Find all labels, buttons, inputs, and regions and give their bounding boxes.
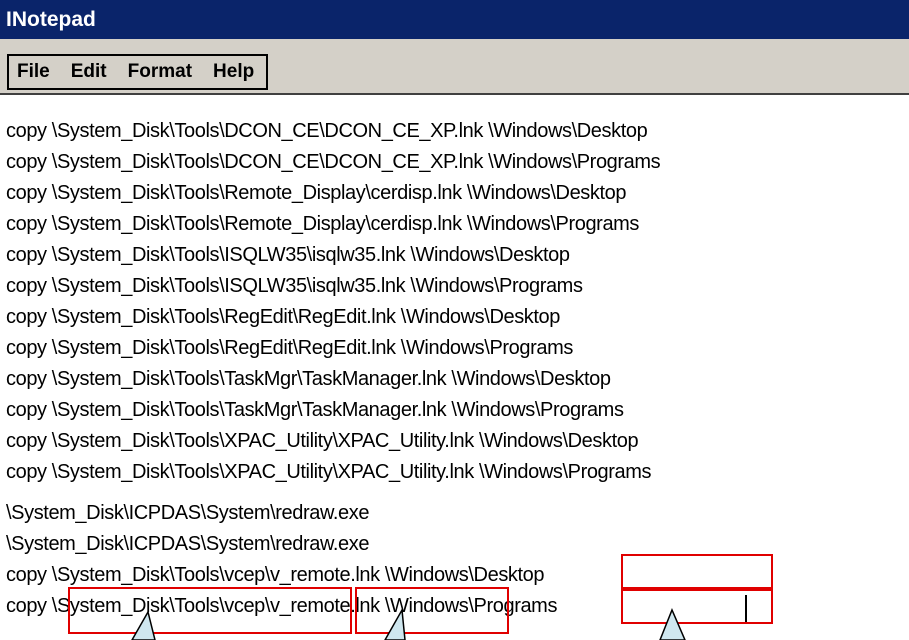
callout-pointer-2 <box>384 607 406 640</box>
callout-pointers <box>131 607 686 640</box>
callout-pointer-3 <box>659 608 686 640</box>
callout-pointer-1 <box>131 610 156 640</box>
